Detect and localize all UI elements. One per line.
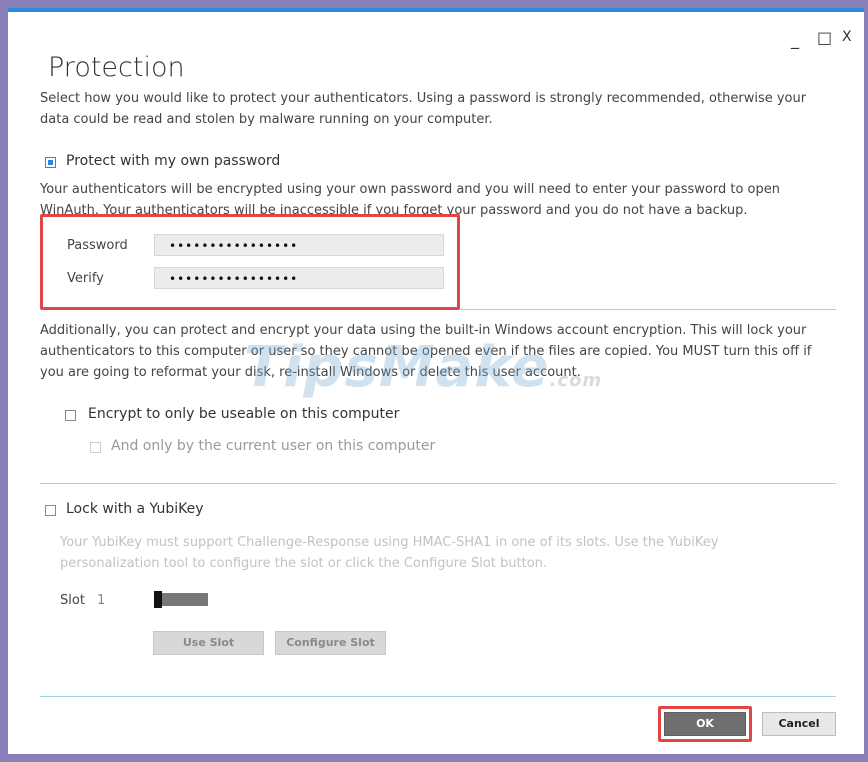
encrypt-user-checkbox[interactable] — [90, 442, 101, 453]
protection-dialog: _ □ X Protection Select how you would li… — [8, 8, 864, 754]
encrypt-computer-checkbox[interactable] — [65, 410, 76, 421]
encrypt-user-label[interactable]: And only by the current user on this com… — [111, 438, 435, 454]
encrypt-computer-label[interactable]: Encrypt to only be useable on this compu… — [88, 406, 399, 422]
watermark: TipsMake.com — [244, 335, 602, 400]
desktop-background: _ □ X Protection Select how you would li… — [0, 0, 868, 762]
minimize-button[interactable]: _ — [791, 30, 799, 49]
slot-label: Slot — [60, 593, 85, 608]
verify-label: Verify — [67, 271, 104, 286]
verify-input[interactable]: •••••••••••••••• — [154, 267, 444, 289]
intro-text: Select how you would like to protect you… — [40, 91, 807, 127]
slot-toggle[interactable] — [154, 591, 208, 608]
slot-toggle-thumb[interactable] — [154, 591, 162, 608]
close-button[interactable]: X — [842, 29, 852, 45]
watermark-main: TipsMake — [244, 335, 550, 400]
highlight-box — [40, 214, 460, 310]
yubikey-checkbox[interactable] — [45, 505, 56, 516]
configure-slot-button[interactable]: Configure Slot — [275, 631, 386, 655]
protect-password-label[interactable]: Protect with my own password — [66, 153, 280, 169]
slot-value: 1 — [97, 593, 106, 608]
separator-1 — [460, 309, 836, 310]
password-label: Password — [67, 238, 128, 253]
ok-button[interactable]: OK — [664, 712, 746, 736]
yubikey-description: Your YubiKey must support Challenge-Resp… — [60, 535, 719, 571]
watermark-suffix: .com — [549, 370, 603, 391]
page-title: Protection — [48, 52, 185, 83]
protect-password-checkbox[interactable] — [45, 157, 56, 168]
separator-2 — [40, 483, 836, 484]
maximize-button[interactable]: □ — [817, 28, 832, 47]
yubikey-label[interactable]: Lock with a YubiKey — [66, 501, 204, 517]
use-slot-button[interactable]: Use Slot — [153, 631, 264, 655]
cancel-button[interactable]: Cancel — [762, 712, 836, 736]
separator-3 — [40, 696, 836, 697]
password-input[interactable]: •••••••••••••••• — [154, 234, 444, 256]
